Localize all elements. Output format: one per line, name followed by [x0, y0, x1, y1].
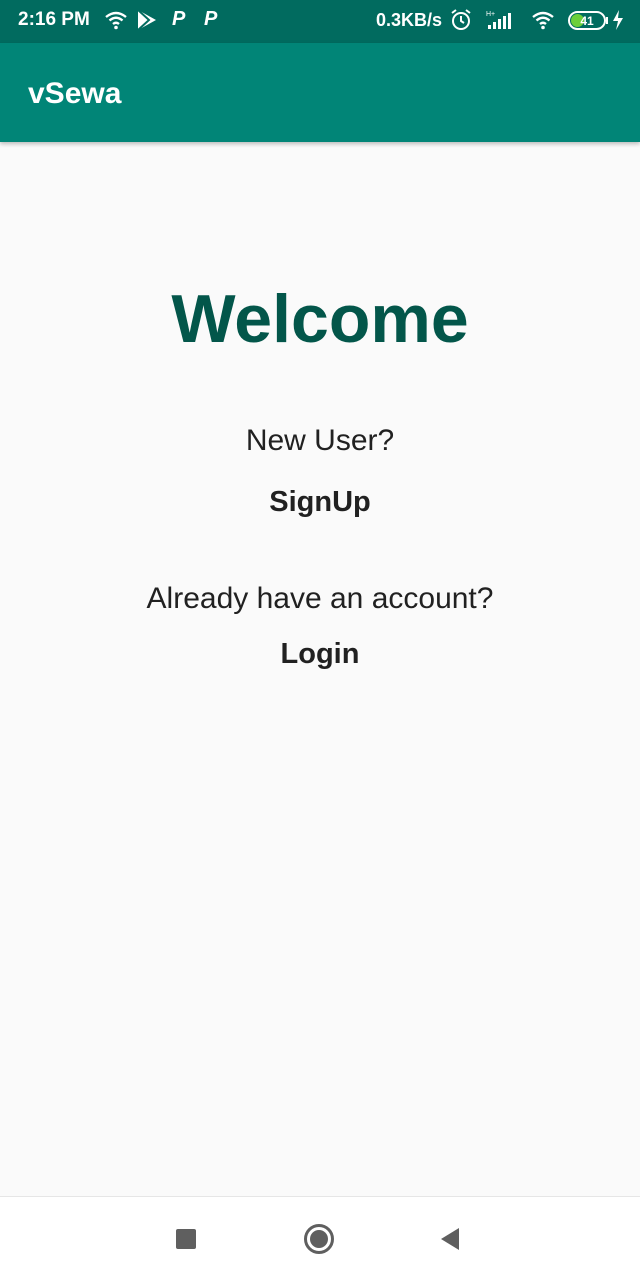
recents-square-icon — [176, 1229, 196, 1249]
play-store-icon — [136, 8, 158, 32]
app-bar: vSewa — [0, 43, 640, 142]
charging-icon — [612, 10, 624, 30]
battery-level: 41 — [580, 13, 594, 28]
wifi-icon — [104, 8, 128, 32]
wifi-icon — [530, 8, 556, 32]
status-time: 2:16 PM — [18, 9, 90, 30]
recents-button[interactable] — [166, 1219, 206, 1259]
battery-tip — [606, 17, 608, 24]
back-triangle-icon — [441, 1228, 459, 1250]
welcome-heading: Welcome — [171, 281, 469, 357]
signup-button[interactable]: SignUp — [240, 480, 400, 524]
app-title: vSewa — [28, 77, 122, 110]
status-bar: 2:16 PM P P 0.3KB/s H+ 41 — [0, 0, 640, 43]
paytm-icon: P — [172, 8, 186, 30]
alarm-icon — [450, 8, 472, 32]
main-content: Welcome New User? SignUp Already have an… — [0, 142, 640, 1196]
existing-account-prompt: Already have an account? — [146, 582, 494, 615]
paytm-icon: P — [204, 8, 218, 30]
signal-icon: H+ — [484, 8, 520, 32]
network-speed: 0.3KB/s — [376, 10, 443, 30]
battery-icon: 41 — [568, 11, 606, 30]
new-user-prompt: New User? — [245, 424, 395, 457]
home-circle-icon — [304, 1224, 334, 1254]
login-button[interactable]: Login — [250, 632, 390, 676]
back-button[interactable] — [430, 1219, 470, 1259]
home-button[interactable] — [299, 1219, 339, 1259]
navigation-bar — [0, 1196, 640, 1280]
svg-text:H+: H+ — [486, 11, 495, 18]
